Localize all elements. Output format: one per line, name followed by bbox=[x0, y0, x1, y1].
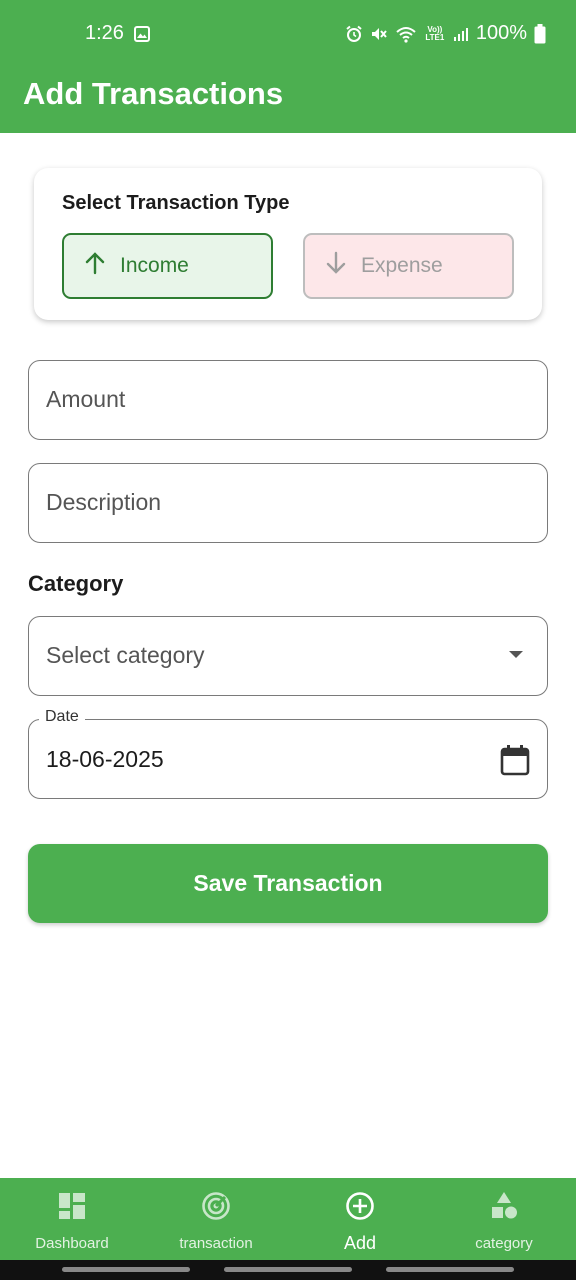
amount-placeholder: Amount bbox=[46, 386, 126, 412]
wifi-icon bbox=[395, 25, 417, 43]
transaction-type-title: Select Transaction Type bbox=[62, 192, 290, 214]
system-nav-back[interactable] bbox=[386, 1267, 514, 1272]
signal-icon bbox=[453, 26, 469, 42]
alarm-icon bbox=[345, 25, 363, 43]
nav-label-dashboard: Dashboard bbox=[35, 1235, 109, 1252]
amount-field[interactable]: Amount bbox=[28, 360, 548, 440]
page-title: Add Transactions bbox=[23, 76, 284, 111]
dashboard-icon bbox=[58, 1191, 86, 1221]
status-bar: 1:26 Vo)) LTE1 100% bbox=[0, 0, 576, 70]
status-icons: Vo)) LTE1 100% bbox=[345, 22, 546, 45]
battery-percent: 100% bbox=[475, 22, 527, 44]
description-placeholder: Description bbox=[46, 489, 162, 515]
app-bar: Add Transactions bbox=[0, 70, 576, 133]
nav-item-add[interactable]: Add bbox=[288, 1178, 432, 1260]
status-time: 1:26 bbox=[85, 22, 124, 44]
category-icon bbox=[490, 1191, 518, 1221]
system-nav-home[interactable] bbox=[224, 1267, 352, 1272]
expense-label: Expense bbox=[361, 254, 443, 277]
photo-notification-icon bbox=[134, 26, 150, 47]
nav-label-add: Add bbox=[343, 1233, 377, 1253]
nav-item-category[interactable]: category bbox=[432, 1178, 576, 1260]
category-placeholder: Select category bbox=[46, 642, 205, 668]
add-circle-icon bbox=[345, 1191, 375, 1221]
arrow-down-icon bbox=[325, 251, 347, 281]
track-changes-icon bbox=[201, 1191, 231, 1221]
income-label: Income bbox=[120, 254, 189, 277]
description-field[interactable]: Description bbox=[28, 463, 548, 543]
system-navigation-bar bbox=[0, 1260, 576, 1280]
nav-label-transaction: transaction bbox=[179, 1235, 253, 1252]
date-field[interactable]: Date 18-06-2025 bbox=[28, 708, 548, 799]
arrow-up-icon bbox=[84, 251, 106, 281]
expense-button[interactable]: Expense bbox=[303, 233, 514, 299]
dropdown-arrow-icon bbox=[509, 651, 523, 658]
category-dropdown[interactable]: Select category bbox=[28, 616, 548, 696]
date-value: 18-06-2025 bbox=[46, 746, 164, 772]
income-button[interactable]: Income bbox=[62, 233, 273, 299]
date-label: Date bbox=[39, 708, 85, 726]
nav-label-category: category bbox=[475, 1235, 533, 1252]
save-transaction-button[interactable]: Save Transaction bbox=[28, 844, 548, 923]
mute-icon bbox=[370, 25, 388, 43]
volte-indicator: Vo)) LTE1 bbox=[425, 24, 445, 42]
category-heading: Category bbox=[28, 571, 124, 596]
system-nav-recents[interactable] bbox=[62, 1267, 190, 1272]
nav-item-transaction[interactable]: transaction bbox=[144, 1178, 288, 1260]
nav-item-dashboard[interactable]: Dashboard bbox=[0, 1178, 144, 1260]
bottom-navigation: Dashboard transaction Add category bbox=[0, 1178, 576, 1260]
calendar-icon[interactable] bbox=[500, 744, 530, 781]
battery-icon bbox=[534, 23, 546, 44]
transaction-type-card: Select Transaction Type Income Expense bbox=[34, 168, 542, 320]
